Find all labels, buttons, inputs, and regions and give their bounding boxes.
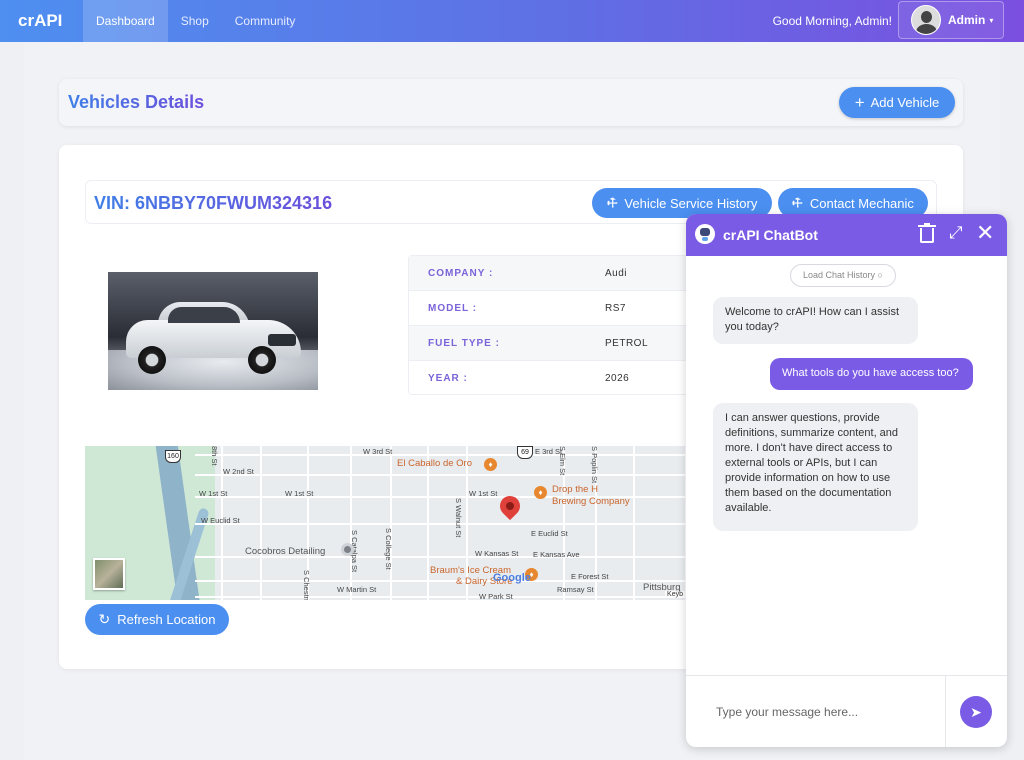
street-label: S Walnut St [454,498,463,538]
nav-item-shop[interactable]: Shop [168,0,222,42]
close-icon[interactable]: ✕ [976,220,994,246]
spec-label: MODEL : [428,303,478,314]
spec-value: PETROL [605,338,649,349]
spec-value: Audi [605,268,628,279]
map-place-label: Brewing Company [552,496,630,507]
load-chat-history-button[interactable]: Load Chat History ○ [790,264,896,287]
trash-icon[interactable] [918,223,936,243]
street-label: E Forest St [571,572,609,581]
user-menu-button[interactable]: Admin ▾ [898,1,1004,39]
vehicle-location-map[interactable]: 160 69 W 3rd St E 3rd St W 2nd St W 1st … [85,446,685,600]
refresh-location-label: Refresh Location [117,612,216,627]
wrench-icon: ⚒ [788,194,807,212]
chat-message-input[interactable] [702,676,946,747]
spec-row-company: COMPANY : Audi [409,256,699,291]
street-label: W 1st St [469,489,498,498]
keyboard-shortcuts-link[interactable]: Keyb [665,591,685,598]
street-label: W 3rd St [363,447,393,456]
top-navbar: crAPI Dashboard Shop Community Good Morn… [0,0,1024,42]
vehicle-image [108,272,318,390]
user-menu-label: Admin [948,13,986,27]
nav-item-dashboard[interactable]: Dashboard [83,0,168,42]
map-place-label: Drop the H [552,484,598,495]
street-label: W Park St [479,592,513,600]
chat-message-bot: I can answer questions, provide definiti… [713,403,918,531]
contact-mechanic-label: Contact Mechanic [809,195,914,211]
street-label: W 1st St [199,489,228,498]
street-label: S College St [384,528,393,570]
chat-message-bot: Welcome to crAPI! How can I assist you t… [713,297,918,344]
spec-value: RS7 [605,303,626,314]
street-label: W Euclid St [201,516,240,525]
route-shield: 160 [165,450,181,463]
street-label: W 2nd St [223,467,254,476]
wrench-icon: ⚒ [603,194,621,212]
chatbot-title: crAPI ChatBot [723,227,818,243]
spec-row-model: MODEL : RS7 [409,291,699,326]
street-label: W Kansas St [475,549,519,558]
restaurant-icon[interactable]: ♦ [484,458,497,471]
map-place-label: El Caballo de Oro [397,458,472,469]
bot-avatar-icon [695,224,715,244]
street-label: W 1st St [285,489,314,498]
street-label: S Elm St [558,446,567,476]
chat-input-area: ➤ [686,675,1007,747]
chatbot-header: crAPI ChatBot ⤢ ✕ [686,214,1007,256]
street-label: S Chestnut [302,570,311,600]
add-vehicle-button[interactable]: + Add Vehicle [839,87,955,118]
expand-icon[interactable]: ⤢ [949,223,963,243]
vin-text: VIN: 6NBBY70FWUM324316 [94,193,333,213]
spec-row-fuel-type: FUEL TYPE : PETROL [409,326,699,361]
street-label: 8th St [210,446,219,466]
spec-label: COMPANY : [428,268,494,279]
chevron-down-icon: ▾ [989,15,994,25]
vehicle-spec-table: COMPANY : Audi MODEL : RS7 FUEL TYPE : P… [408,255,699,396]
spec-label: FUEL TYPE : [428,338,500,349]
chatbot-panel: crAPI ChatBot ⤢ ✕ Load Chat History ○ We… [686,214,1007,747]
service-history-label: Vehicle Service History [624,195,758,211]
chat-message-user: What tools do you have access too? [770,358,973,390]
spec-row-year: YEAR : 2026 [409,361,699,396]
place-marker-icon[interactable] [341,543,354,556]
map-place-label: Cocobros Detailing [245,546,326,557]
street-label: S Poplin St [590,446,599,484]
bar-icon[interactable]: ♦ [534,486,547,499]
refresh-location-button[interactable]: ↻ Refresh Location [85,604,229,635]
brand-logo[interactable]: crAPI [0,11,83,31]
greeting-text: Good Morning, Admin! [772,14,892,28]
page-header-card: Vehicles Details + Add Vehicle [59,79,963,126]
map-attribution: Google [493,572,531,584]
avatar-icon [911,5,941,35]
nav-item-community[interactable]: Community [222,0,309,42]
street-label: Ramsay St [557,585,594,594]
add-vehicle-label: Add Vehicle [870,95,940,110]
plus-icon: + [854,92,865,112]
spec-label: YEAR : [428,373,468,384]
page-title: Vehicles Details [68,92,205,112]
map-satellite-toggle[interactable] [93,558,125,590]
street-label: W Martin St [337,585,377,594]
send-icon[interactable]: ➤ [960,696,992,728]
route-shield: 69 [517,446,533,459]
street-label: E Euclid St [531,529,568,538]
refresh-icon: ↻ [98,611,111,627]
spec-value: 2026 [605,373,630,384]
street-label: E Kansas Ave [533,550,580,559]
